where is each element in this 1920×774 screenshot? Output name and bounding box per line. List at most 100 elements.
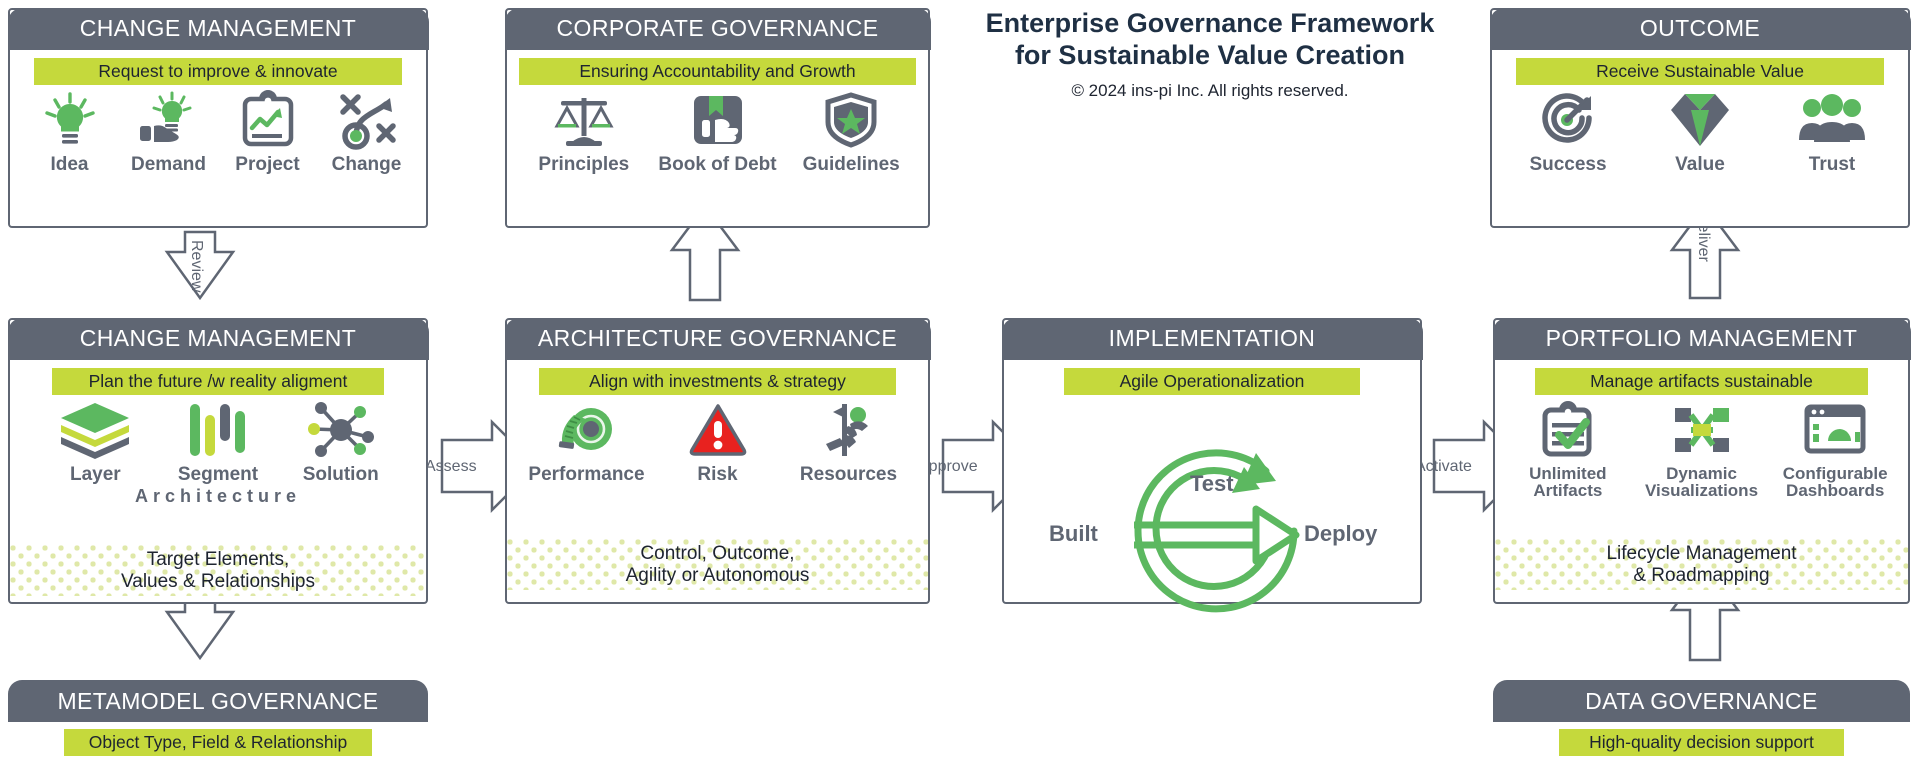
connector-label-review: Review [188,240,205,293]
card-header: IMPLEMENTATION [1001,317,1423,360]
icon-label: Dynamic Visualizations [1645,463,1758,501]
card-data-governance[interactable]: DATA GOVERNANCE High-quality decision su… [1493,680,1910,756]
card-subtitle: Agile Operationalization [1064,367,1360,395]
network-node-icon [307,401,374,459]
card-implementation[interactable]: IMPLEMENTATION Agile Operationalization [1001,317,1423,612]
icon-cell-project[interactable]: Project [218,89,317,175]
icon-label: Unlimited Artifacts [1529,464,1606,501]
icon-label: Configurable Dashboards [1782,463,1888,501]
target-arrow-icon [1539,91,1597,149]
icon-cell-change[interactable]: Change [317,91,416,175]
diamond-icon [1669,91,1731,149]
footer-line1: Control, Outcome, [640,543,795,565]
card-body: Idea Demand Project Change [10,85,426,227]
card-portfolio-management[interactable]: PORTFOLIO MANAGEMENT Manage artifacts su… [1492,317,1911,604]
icon-label-line2: Artifacts [1533,481,1603,501]
card-header: OUTCOME [1489,7,1911,50]
flow-diagram-icon [1673,401,1731,459]
icon-cell-configurable-dashboards[interactable]: Configurable Dashboards [1768,401,1902,501]
icon-label: Segment [177,463,259,485]
cycle-label-deploy: Deploy [1304,520,1378,546]
icon-row: Principles Book of Debt Guidelines [507,91,928,175]
card-subtitle: Object Type, Field & Relationship [64,729,372,756]
icon-cell-idea[interactable]: Idea [20,91,119,175]
card-subtitle: Plan the future /w reality aligment [52,367,384,395]
icon-label: Demand [131,153,206,175]
icon-cell-success[interactable]: Success [1502,91,1634,175]
icon-label: Solution [302,463,379,485]
icon-row: Idea Demand Project Change [10,89,426,175]
icon-label: Resources [799,463,898,485]
card-subtitle: High-quality decision support [1559,729,1844,756]
card-footer-band: Control, Outcome, Agility or Autonomous [507,539,928,590]
icon-label: Value [1675,153,1725,175]
card-header: METAMODEL GOVERNANCE [8,680,428,722]
card-body: Test Built Deploy [1004,395,1420,612]
card-header: CORPORATE GOVERNANCE [504,7,931,50]
card-change-management-top[interactable]: CHANGE MANAGEMENT Request to improve & i… [7,7,429,228]
card-subtitle: Align with investments & strategy [539,367,896,395]
icon-label: Idea [50,153,89,175]
shield-star-icon [824,91,878,149]
icon-cell-risk[interactable]: Risk [652,401,783,485]
card-architecture-governance[interactable]: ARCHITECTURE GOVERNANCE Align with inves… [504,317,931,604]
icon-cell-value[interactable]: Value [1634,91,1766,175]
footer-line1: Target Elements, [146,549,290,571]
card-metamodel-governance[interactable]: METAMODEL GOVERNANCE Object Type, Field … [8,680,428,756]
person-running-icon [820,401,878,459]
icon-cell-trust[interactable]: Trust [1766,91,1898,175]
icon-cell-solution[interactable]: Solution [279,401,402,485]
agile-cycle-diagram: Test Built Deploy [1004,409,1420,612]
cycle-label-test: Test [1190,470,1234,496]
scales-icon [553,91,615,149]
card-footer-band: Lifecycle Management & Roadmapping [1495,539,1908,590]
card-footer-band: Target Elements, Values & Relationships [10,545,426,596]
icon-label: Principles [538,153,630,175]
lightbulb-icon [42,91,98,149]
dashboard-icon [1804,401,1866,459]
icon-row: Layer Segment Solution [10,401,426,485]
footer-line2: & Roadmapping [1633,564,1770,586]
icon-cell-dynamic-visualizations[interactable]: Dynamic Visualizations [1635,401,1769,501]
card-body: Success Value Trust [1492,85,1908,227]
icon-label: Success [1529,153,1607,175]
icon-label-line1: Configurable [1782,463,1888,483]
icon-cell-principles[interactable]: Principles [517,91,651,175]
icon-row: Unlimited Artifacts Dynamic Visualizatio… [1495,400,1908,501]
footer-line1: Lifecycle Management [1606,543,1797,565]
icon-cell-book-of-debt[interactable]: Book of Debt [651,91,785,175]
icon-label: Change [331,153,402,175]
icon-label: Risk [697,463,738,485]
icon-cell-segment[interactable]: Segment [157,401,280,485]
change-path-icon [338,91,396,150]
icon-cell-guidelines[interactable]: Guidelines [784,91,918,175]
card-outcome[interactable]: OUTCOME Receive Sustainable Value Succes… [1489,7,1911,228]
diagram-title-block: Enterprise Governance Framework for Sust… [955,8,1465,101]
book-thumb-icon [691,91,745,149]
card-header: CHANGE MANAGEMENT [7,317,429,360]
card-body: Unlimited Artifacts Dynamic Visualizatio… [1495,395,1908,603]
card-body: Layer Segment Solution Architecture Targ… [10,395,426,603]
icon-row: Performance Risk Resources [507,401,928,485]
hand-bulb-icon [138,91,200,149]
icon-label-line1: Dynamic [1666,463,1737,483]
warning-triangle-icon [689,401,747,459]
layers-icon [59,401,131,459]
card-body: Performance Risk Resources Control, Outc… [507,395,928,603]
icon-cell-resources[interactable]: Resources [783,401,914,485]
clipboard-chart-icon [242,89,294,149]
icon-label: Guidelines [802,153,900,175]
card-subtitle: Receive Sustainable Value [1516,57,1884,85]
copyright-text: © 2024 ins-pi Inc. All rights reserved. [1071,80,1349,100]
icon-cell-unlimited-artifacts[interactable]: Unlimited Artifacts [1501,400,1635,501]
connector-label-activate: Activate [1415,458,1472,475]
card-change-management-mid[interactable]: CHANGE MANAGEMENT Plan the future /w rea… [7,317,429,604]
card-corporate-governance[interactable]: CORPORATE GOVERNANCE Ensuring Accountabi… [504,7,931,228]
icon-cell-demand[interactable]: Demand [119,91,218,175]
icon-label: Layer [69,463,121,485]
card-header: PORTFOLIO MANAGEMENT [1492,317,1911,360]
icon-cell-performance[interactable]: Performance [521,401,652,485]
bars-icon [187,401,249,459]
icon-cell-layer[interactable]: Layer [34,401,157,485]
icon-label: Performance [528,463,645,485]
